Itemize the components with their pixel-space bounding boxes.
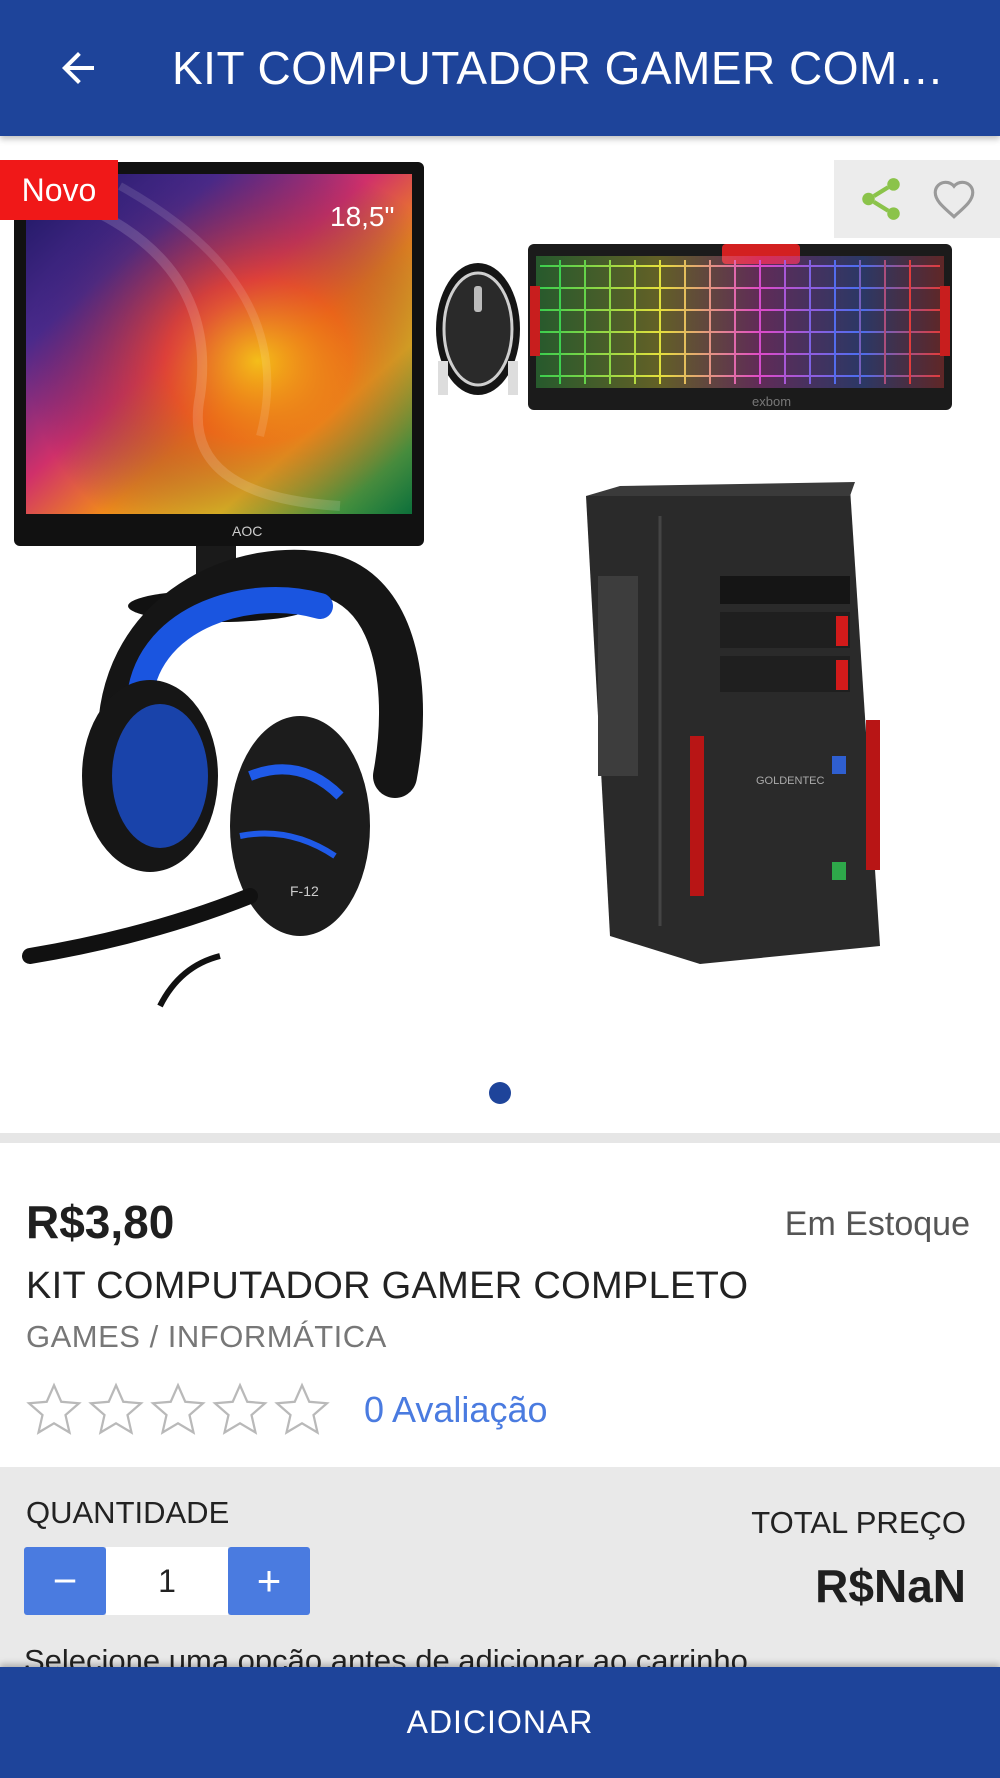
increment-button[interactable]: + [228,1547,310,1615]
divider [0,1133,1000,1143]
stock-status: Em Estoque [784,1205,970,1243]
mouse-image [436,263,520,395]
pc-case-image: GOLDENTEC [586,482,880,964]
decrement-button[interactable]: − [24,1547,106,1615]
monitor-brand-label: AOC [232,523,262,539]
headset-model-label: F-12 [290,883,319,899]
favorite-button[interactable] [929,174,979,224]
product-photo: 18,5" AOC exbom F-12 GOLDENTEC [14,162,952,1008]
product-actions [834,160,1000,238]
total-price-value: R$NaN [815,1560,966,1612]
headset-image: F-12 [22,549,424,1008]
monitor-image: 18,5" AOC [14,162,424,622]
rating-stars [24,1379,332,1439]
total-price-label: TOTAL PREÇO [751,1505,966,1540]
quantity-section: QUANTIDADE − + TOTAL PREÇO R$NaN Selecio… [0,1467,1000,1678]
star-outline-icon[interactable] [24,1379,84,1439]
carousel-dot-active[interactable] [489,1082,511,1104]
app-bar: KIT COMPUTADOR GAMER COMP... [0,0,1000,136]
star-outline-icon[interactable] [272,1379,332,1439]
star-outline-icon[interactable] [148,1379,208,1439]
product-name: KIT COMPUTADOR GAMER COMPLETO [26,1265,749,1307]
new-badge: Novo [0,160,118,220]
product-image-gallery[interactable]: Novo 18,5" AOC exbom F-12 GOLDENTEC [0,136,1000,1136]
quantity-label: QUANTIDADE [26,1495,230,1530]
quantity-input[interactable] [106,1547,228,1615]
case-brand-label: GOLDENTEC [756,775,825,787]
arrow-left-icon [62,52,94,84]
product-info: R$3,80 Em Estoque KIT COMPUTADOR GAMER C… [0,1143,1000,1467]
share-button[interactable] [856,174,906,224]
quantity-stepper: − + [24,1547,310,1615]
monitor-size-label: 18,5" [330,201,394,232]
keyboard-brand-label: exbom [752,394,791,409]
carousel-indicator [0,1082,1000,1104]
star-outline-icon[interactable] [86,1379,146,1439]
star-outline-icon[interactable] [210,1379,270,1439]
heart-outline-icon [933,180,974,219]
product-category: GAMES / INFORMÁTICA [26,1319,387,1354]
add-to-cart-button[interactable]: ADICIONAR [0,1667,1000,1778]
product-price: R$3,80 [26,1196,175,1248]
back-button[interactable] [28,0,128,136]
reviews-link[interactable]: 0 Avaliação [364,1389,547,1431]
keyboard-image: exbom [528,244,952,410]
page-title: KIT COMPUTADOR GAMER COMP... [172,42,952,94]
add-to-cart-label: ADICIONAR [406,1704,594,1740]
share-icon [861,178,900,220]
